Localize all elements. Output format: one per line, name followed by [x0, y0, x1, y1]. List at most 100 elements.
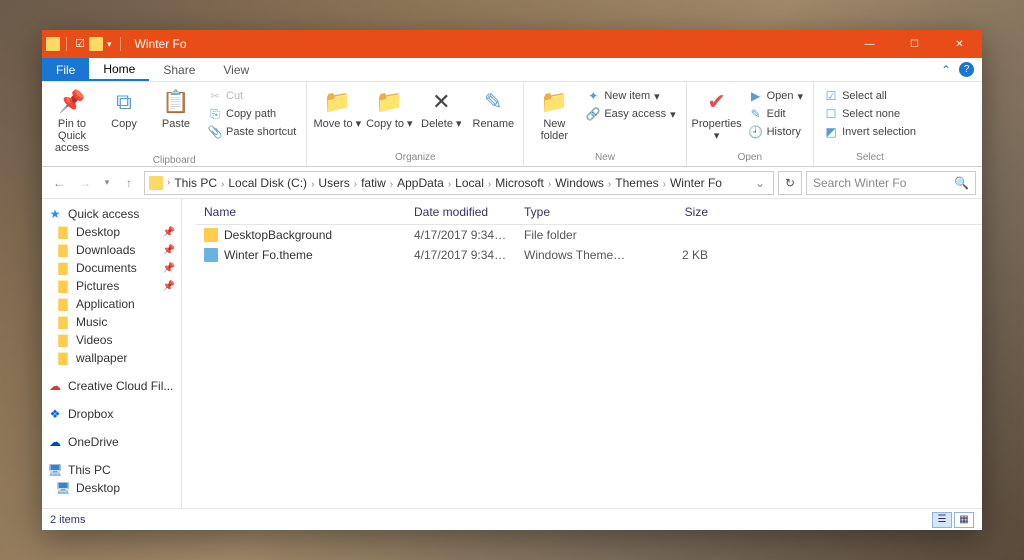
minimize-button[interactable]: —	[847, 30, 892, 58]
properties-button[interactable]: ✔ Properties ▾	[693, 84, 741, 142]
group-label: Select	[820, 151, 920, 166]
details-view-button[interactable]: ☰	[932, 512, 952, 528]
check-icon[interactable]: ☑	[73, 37, 87, 51]
qat: ☑ ▾	[46, 37, 131, 51]
delete-button[interactable]: ✕ Delete ▾	[417, 84, 465, 130]
sidebar-item[interactable]: ▇Videos	[42, 331, 181, 349]
qat-dropdown[interactable]: ▾	[105, 39, 114, 50]
pin-button[interactable]: 📌 Pin to Quick access	[48, 84, 96, 154]
file-list[interactable]: Name Date modified Type Size DesktopBack…	[182, 199, 982, 508]
sidebar-creative-cloud[interactable]: ☁Creative Cloud Fil...	[42, 377, 181, 395]
move-to-button[interactable]: 📁 Move to ▾	[313, 84, 361, 130]
crumb[interactable]: Windows	[551, 176, 608, 190]
crumb[interactable]: Local	[451, 176, 488, 190]
crumb[interactable]: Local Disk (C:)	[224, 176, 311, 190]
folder-icon: ▇	[56, 261, 70, 275]
up-button[interactable]: ↑	[118, 172, 140, 194]
folder-icon[interactable]	[89, 37, 103, 51]
col-date[interactable]: Date modified	[406, 205, 516, 219]
crumb[interactable]: AppData	[393, 176, 448, 190]
folder-icon: ▇	[56, 243, 70, 257]
cut-button[interactable]: ✂Cut	[204, 88, 300, 104]
crumb[interactable]: Themes	[611, 176, 662, 190]
folder-icon	[149, 176, 163, 190]
sidebar-onedrive[interactable]: ☁OneDrive	[42, 433, 181, 451]
titlebar[interactable]: ☑ ▾ Winter Fo — ☐ ✕	[42, 30, 982, 58]
sidebar-item[interactable]: ▇Downloads📌	[42, 241, 181, 259]
group-label: Open	[693, 151, 807, 166]
recent-dropdown[interactable]: ▾	[100, 172, 114, 194]
pin-icon: 📌	[163, 281, 175, 292]
path-icon: ⎘	[208, 107, 222, 121]
tab-view[interactable]: View	[209, 58, 263, 81]
file-row[interactable]: Winter Fo.theme4/17/2017 9:34 AMWindows …	[196, 245, 982, 265]
folder-icon: ▇	[56, 333, 70, 347]
new-item-button[interactable]: ✦New item ▾	[582, 88, 679, 104]
forward-button[interactable]: →	[74, 172, 96, 194]
folder-icon	[204, 228, 218, 242]
sidebar-item[interactable]: ▇Desktop📌	[42, 223, 181, 241]
nav-pane[interactable]: ★Quick access ▇Desktop📌▇Downloads📌▇Docum…	[42, 199, 182, 508]
sidebar-item[interactable]: ▇Music	[42, 313, 181, 331]
file-row[interactable]: DesktopBackground4/17/2017 9:34 AMFile f…	[196, 225, 982, 245]
search-input[interactable]: Search Winter Fo 🔍	[806, 171, 976, 195]
sidebar-item[interactable]: ▇Pictures📌	[42, 277, 181, 295]
col-type[interactable]: Type	[516, 205, 636, 219]
shortcut-icon: 📎	[208, 125, 222, 139]
help-icon[interactable]: ?	[959, 62, 974, 77]
pin-icon: 📌	[163, 227, 175, 238]
ribbon-collapse-icon[interactable]: ⌃	[941, 63, 951, 77]
sidebar-quick-access[interactable]: ★Quick access	[42, 205, 181, 223]
col-name[interactable]: Name	[196, 205, 406, 219]
paste-shortcut-button[interactable]: 📎Paste shortcut	[204, 124, 300, 140]
sidebar-this-pc[interactable]: 🖥This PC	[42, 461, 181, 479]
group-clipboard: 📌 Pin to Quick access ⧉ Copy 📋 Paste ✂Cu…	[42, 82, 307, 166]
paste-button[interactable]: 📋 Paste	[152, 84, 200, 130]
sidebar-item[interactable]: 🖥Desktop	[42, 479, 181, 497]
window-controls: — ☐ ✕	[847, 30, 982, 58]
open-button[interactable]: ▶Open ▾	[745, 88, 807, 104]
history-button[interactable]: 🕘History	[745, 124, 807, 140]
ribbon: 📌 Pin to Quick access ⧉ Copy 📋 Paste ✂Cu…	[42, 82, 982, 167]
new-item-icon: ✦	[586, 89, 600, 103]
crumb[interactable]: Microsoft	[491, 176, 548, 190]
thumbnail-view-button[interactable]: ▦	[954, 512, 974, 528]
col-size[interactable]: Size	[636, 205, 716, 219]
close-button[interactable]: ✕	[937, 30, 982, 58]
refresh-button[interactable]: ↻	[778, 171, 802, 195]
crumb[interactable]: Winter Fo	[666, 176, 726, 190]
copy-button[interactable]: ⧉ Copy	[100, 84, 148, 130]
group-label: Organize	[313, 151, 517, 166]
sidebar-item[interactable]: ▇Application	[42, 295, 181, 313]
copy-to-button[interactable]: 📁 Copy to ▾	[365, 84, 413, 130]
invert-selection-button[interactable]: ◩Invert selection	[820, 124, 920, 140]
group-select: ☑Select all ☐Select none ◩Invert selecti…	[814, 82, 926, 166]
new-folder-button[interactable]: 📁 New folder	[530, 84, 578, 142]
back-button[interactable]: ←	[48, 172, 70, 194]
crumb[interactable]: This PC	[170, 176, 221, 190]
window-title: Winter Fo	[131, 37, 847, 51]
rename-button[interactable]: ✎ Rename	[469, 84, 517, 130]
separator	[120, 37, 121, 51]
easy-access-button[interactable]: 🔗Easy access ▾	[582, 106, 679, 122]
dropbox-icon: ❖	[48, 407, 62, 421]
copy-path-button[interactable]: ⎘Copy path	[204, 106, 300, 122]
crumb[interactable]: fatiw	[357, 176, 390, 190]
select-none-button[interactable]: ☐Select none	[820, 106, 920, 122]
sidebar-item[interactable]: ▇Documents📌	[42, 259, 181, 277]
tab-home[interactable]: Home	[89, 58, 149, 81]
select-all-button[interactable]: ☑Select all	[820, 88, 920, 104]
tab-file[interactable]: File	[42, 58, 89, 81]
tab-share[interactable]: Share	[149, 58, 209, 81]
cloud-icon: ☁	[48, 379, 62, 393]
sidebar-item[interactable]: ▇wallpaper	[42, 349, 181, 367]
pc-icon: 🖥	[48, 463, 62, 477]
move-icon: 📁	[323, 88, 351, 116]
breadcrumb[interactable]: › This PC›Local Disk (C:)›Users›fatiw›Ap…	[144, 171, 774, 195]
crumb[interactable]: Users	[314, 176, 353, 190]
maximize-button[interactable]: ☐	[892, 30, 937, 58]
select-none-icon: ☐	[824, 107, 838, 121]
sidebar-dropbox[interactable]: ❖Dropbox	[42, 405, 181, 423]
breadcrumb-dropdown[interactable]: ⌄	[751, 176, 769, 190]
edit-button[interactable]: ✎Edit	[745, 106, 807, 122]
